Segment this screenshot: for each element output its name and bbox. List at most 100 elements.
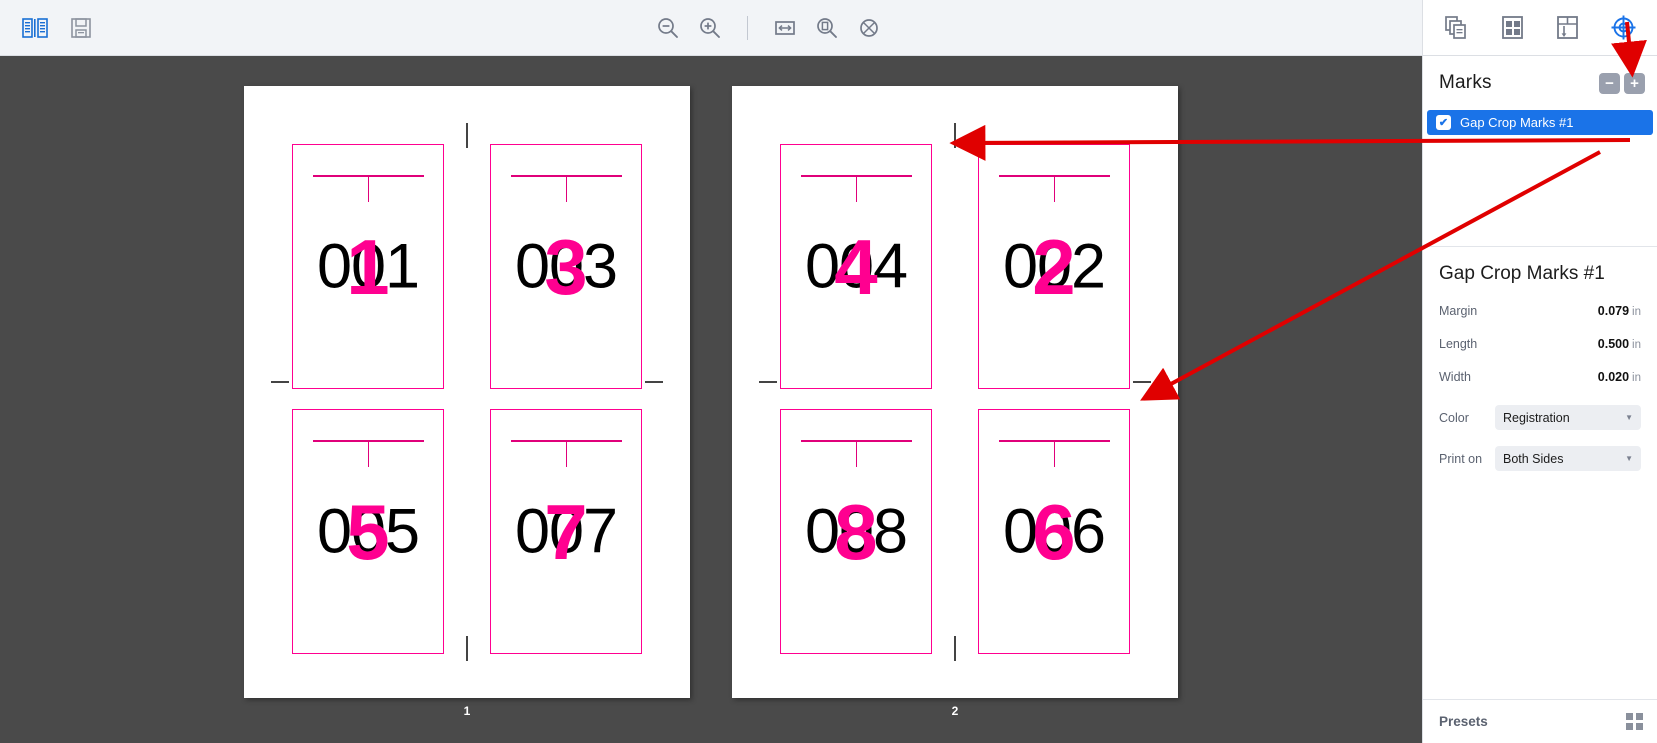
marks-list: ✔ Gap Crop Marks #1 bbox=[1423, 110, 1657, 190]
card-number-black: 005 bbox=[293, 500, 443, 563]
mark-enabled-checkbox[interactable]: ✔ bbox=[1436, 115, 1451, 130]
property-unit: in bbox=[1632, 339, 1641, 351]
toolbar-divider bbox=[747, 15, 748, 40]
card-item[interactable]: 002 2 bbox=[978, 144, 1130, 389]
app-root: Generate PDF bbox=[0, 0, 1657, 743]
property-row-margin: Margin 0.079 in bbox=[1439, 301, 1641, 321]
card-number-black: 008 bbox=[781, 500, 931, 563]
property-row-length: Length 0.500 in bbox=[1439, 334, 1641, 354]
card-rule-vertical bbox=[368, 175, 370, 203]
property-label: Width bbox=[1439, 370, 1471, 384]
sheet-preview-1[interactable]: 001 1 003 3 005 5 007 7 bbox=[244, 86, 690, 698]
tab-layout-grid[interactable] bbox=[1490, 6, 1534, 50]
property-label: Length bbox=[1439, 337, 1478, 351]
print-on-select[interactable]: Both Sides ▼ bbox=[1495, 446, 1641, 471]
reset-zoom-icon[interactable] bbox=[852, 11, 886, 45]
card-rule-vertical bbox=[856, 175, 858, 203]
card-rule-vertical bbox=[1054, 440, 1056, 468]
property-row-color: Color Registration ▼ bbox=[1439, 405, 1641, 430]
card-item[interactable]: 006 6 bbox=[978, 409, 1130, 654]
remove-mark-button[interactable]: − bbox=[1599, 72, 1620, 94]
preview-canvas[interactable]: 001 1 003 3 005 5 007 7 1 004 4 002 2 00… bbox=[0, 56, 1422, 743]
card-black-text: 003 bbox=[514, 231, 618, 301]
card-item[interactable]: 005 5 bbox=[292, 409, 444, 654]
property-unit: in bbox=[1632, 306, 1641, 318]
tab-imposition[interactable] bbox=[1546, 6, 1590, 50]
crop-mark bbox=[759, 381, 777, 383]
property-value-wrap[interactable]: 0.079 in bbox=[1598, 302, 1641, 320]
zoom-in-icon[interactable] bbox=[693, 11, 727, 45]
property-value: 0.079 bbox=[1597, 304, 1630, 318]
marks-list-item-gap-crop-marks-1[interactable]: ✔ Gap Crop Marks #1 bbox=[1427, 110, 1653, 135]
property-value-wrap[interactable]: 0.020 in bbox=[1598, 368, 1641, 386]
toolbar-zoom-group bbox=[300, 11, 1237, 45]
sheet-preview-2[interactable]: 004 4 002 2 008 8 006 6 bbox=[732, 86, 1178, 698]
card-number-black: 006 bbox=[979, 500, 1129, 563]
card-number-black: 002 bbox=[979, 235, 1129, 298]
property-value: 0.020 bbox=[1597, 370, 1630, 384]
card-black-text: 008 bbox=[804, 496, 908, 566]
marks-panel: Marks − + ✔ Gap Crop Marks #1 Gap Crop M… bbox=[1422, 56, 1657, 743]
property-value-wrap[interactable]: 0.500 in bbox=[1598, 335, 1641, 353]
page-number-label: 1 bbox=[463, 704, 471, 718]
top-toolbar: Generate PDF bbox=[0, 0, 1657, 56]
fit-page-icon[interactable] bbox=[810, 11, 844, 45]
print-on-select-value: Both Sides bbox=[1503, 451, 1564, 466]
sheet-holder: 004 4 002 2 008 8 006 6 2 bbox=[732, 86, 1178, 718]
save-layout-icon[interactable] bbox=[64, 11, 98, 45]
card-number-black: 004 bbox=[781, 235, 931, 298]
card-item[interactable]: 003 3 bbox=[490, 144, 642, 389]
card-rule-vertical bbox=[368, 440, 370, 468]
property-label: Margin bbox=[1439, 304, 1478, 318]
card-item[interactable]: 004 4 bbox=[780, 144, 932, 389]
card-item[interactable]: 007 7 bbox=[490, 409, 642, 654]
presets-section[interactable]: Presets bbox=[1423, 699, 1657, 743]
property-label: Color bbox=[1439, 410, 1469, 425]
card-black-text: 004 bbox=[804, 231, 908, 301]
card-item[interactable]: 001 1 bbox=[292, 144, 444, 389]
crop-mark bbox=[271, 381, 289, 383]
presets-label: Presets bbox=[1439, 714, 1488, 729]
chevron-down-icon: ▼ bbox=[1625, 454, 1633, 463]
add-mark-button[interactable]: + bbox=[1624, 72, 1645, 94]
card-number-black: 001 bbox=[293, 235, 443, 298]
sheet-holder: 001 1 003 3 005 5 007 7 1 bbox=[244, 86, 690, 718]
zoom-out-icon[interactable] bbox=[651, 11, 685, 45]
property-value: 0.500 bbox=[1597, 337, 1630, 351]
color-select-value: Registration bbox=[1503, 410, 1570, 425]
panel-title: Marks bbox=[1439, 72, 1492, 93]
card-black-text: 006 bbox=[1002, 496, 1106, 566]
chevron-down-icon: ▼ bbox=[1625, 413, 1633, 422]
card-black-text: 001 bbox=[316, 231, 420, 301]
property-label: Print on bbox=[1439, 451, 1483, 466]
property-row-width: Width 0.020 in bbox=[1439, 367, 1641, 387]
card-rule-vertical bbox=[1054, 175, 1056, 203]
presets-grid-icon[interactable] bbox=[1626, 713, 1643, 730]
card-black-text: 007 bbox=[514, 496, 618, 566]
crop-mark bbox=[645, 381, 663, 383]
two-page-spread-icon[interactable] bbox=[18, 11, 52, 45]
card-number-black: 003 bbox=[491, 235, 641, 298]
card-grid: 001 1 003 3 005 5 007 7 bbox=[292, 144, 642, 654]
tab-marks[interactable] bbox=[1601, 6, 1645, 50]
fit-width-icon[interactable] bbox=[768, 11, 802, 45]
mark-properties: Gap Crop Marks #1 Margin 0.079 in Length … bbox=[1423, 247, 1657, 484]
panel-spacer bbox=[1423, 484, 1657, 699]
card-rule-vertical bbox=[566, 440, 568, 468]
marks-add-remove-group: − + bbox=[1599, 72, 1645, 94]
color-select[interactable]: Registration ▼ bbox=[1495, 405, 1641, 430]
tab-duplicate-pages[interactable] bbox=[1435, 6, 1479, 50]
card-grid: 004 4 002 2 008 8 006 6 bbox=[780, 144, 1130, 654]
card-item[interactable]: 008 8 bbox=[780, 409, 932, 654]
mark-properties-heading: Gap Crop Marks #1 bbox=[1439, 263, 1605, 284]
workspace: 001 1 003 3 005 5 007 7 1 004 4 002 2 00… bbox=[0, 56, 1657, 743]
panel-tab-strip bbox=[1422, 0, 1657, 56]
marks-panel-header: Marks − + bbox=[1423, 56, 1657, 110]
card-black-text: 002 bbox=[1002, 231, 1106, 301]
card-black-text: 005 bbox=[316, 496, 420, 566]
property-row-print-on: Print on Both Sides ▼ bbox=[1439, 446, 1641, 471]
page-number-label: 2 bbox=[951, 704, 959, 718]
card-rule-vertical bbox=[856, 440, 858, 468]
property-unit: in bbox=[1632, 372, 1641, 384]
crop-mark bbox=[1133, 381, 1151, 383]
